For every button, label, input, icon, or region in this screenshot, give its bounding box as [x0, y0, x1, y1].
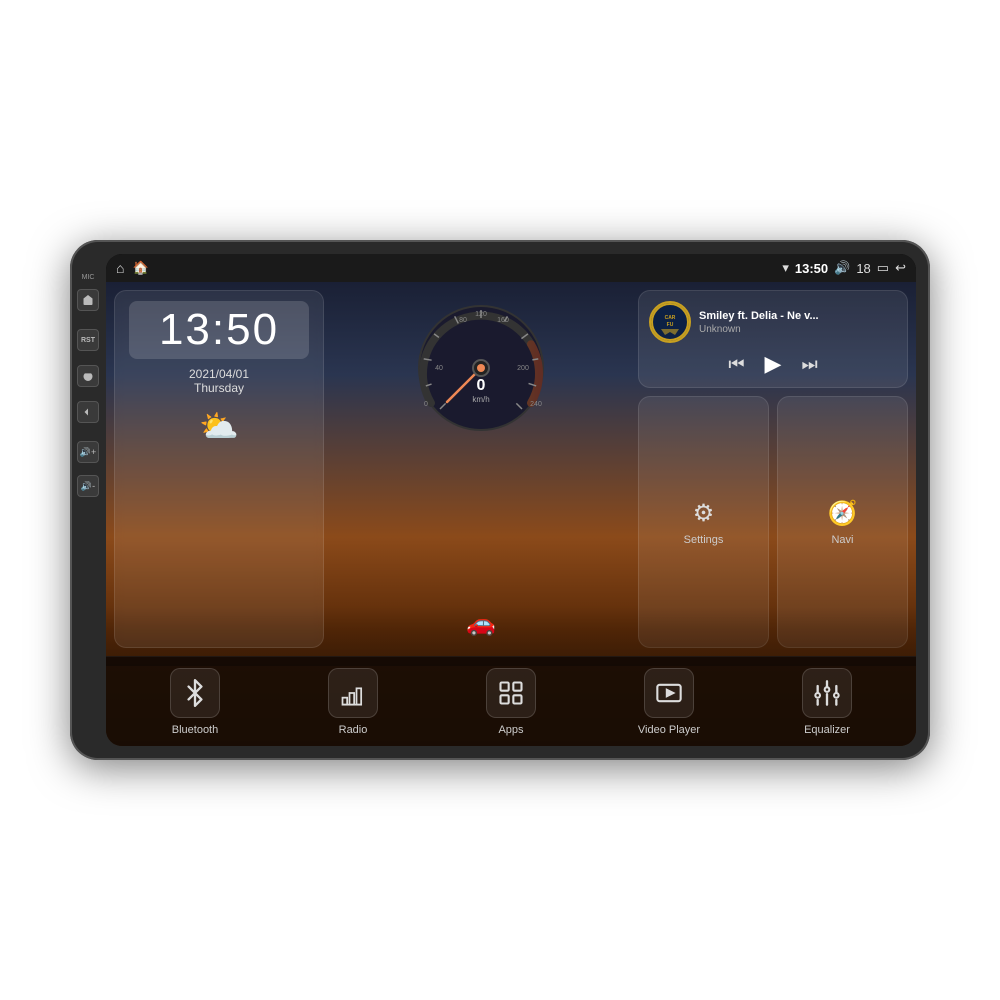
- speedometer-widget: 0 40 80 120 160 200 240: [332, 290, 630, 648]
- widgets-area: 13:50 2021/04/01 Thursday ⛅: [106, 282, 916, 656]
- weather-icon: ⛅: [129, 407, 309, 445]
- settings-label: Settings: [684, 534, 724, 546]
- screen: ⌂ 🏠 ▾ 13:50 🔊 18 ▭ ↩ 13:50 2021/04/01 Th…: [106, 254, 916, 746]
- svg-text:120: 120: [475, 311, 487, 318]
- status-left: ⌂ 🏠: [116, 260, 149, 276]
- video-player-icon: [655, 679, 683, 707]
- navi-icon: 🧭: [828, 499, 858, 528]
- volume-level: 18: [856, 261, 870, 276]
- next-button[interactable]: ⏭: [801, 354, 817, 375]
- svg-text:200: 200: [517, 365, 529, 372]
- bluetooth-icon-wrap: [170, 668, 220, 718]
- apps-item[interactable]: Apps: [471, 668, 551, 736]
- mic-label: MIC: [82, 274, 95, 281]
- video-player-item[interactable]: Video Player: [629, 668, 709, 736]
- settings-icon: ⚙: [693, 499, 715, 528]
- bluetooth-icon: [181, 679, 209, 707]
- radio-item[interactable]: Radio: [313, 668, 393, 736]
- svg-text:240: 240: [530, 401, 542, 408]
- clock-widget: 13:50 2021/04/01 Thursday ⛅: [114, 290, 324, 648]
- radio-icon: [339, 679, 367, 707]
- clock-display: 13:50: [129, 301, 309, 359]
- status-bar: ⌂ 🏠 ▾ 13:50 🔊 18 ▭ ↩: [106, 254, 916, 282]
- rst-button[interactable]: RST: [77, 329, 99, 351]
- right-widgets: CAR FU Smiley ft. Delia - Ne v... Unknow…: [638, 290, 908, 648]
- music-artist: Unknown: [699, 324, 897, 335]
- clock-day: Thursday: [129, 381, 309, 395]
- volume-icon: 🔊: [834, 260, 850, 276]
- bluetooth-label: Bluetooth: [172, 724, 218, 736]
- music-logo: CAR FU: [649, 301, 691, 343]
- speedometer-svg: 0 40 80 120 160 200 240: [411, 298, 551, 438]
- main-content: 13:50 2021/04/01 Thursday ⛅: [106, 282, 916, 746]
- music-controls: ⏮ ▶ ⏭: [649, 351, 897, 377]
- video-player-icon-wrap: [644, 668, 694, 718]
- apps-label: Apps: [498, 724, 523, 736]
- equalizer-label: Equalizer: [804, 724, 850, 736]
- volume-up-button[interactable]: 🔊+: [77, 441, 99, 463]
- home-status-icon: ⌂: [116, 260, 124, 276]
- car-head-unit: MIC RST 🔊+ 🔊- ⌂ 🏠 ▾ 13:5: [70, 240, 930, 760]
- wifi-icon: ▾: [782, 260, 789, 276]
- radio-label: Radio: [339, 724, 368, 736]
- apps-icon-wrap: [486, 668, 536, 718]
- svg-text:km/h: km/h: [472, 395, 489, 404]
- bottom-bar: Bluetooth Radio: [106, 656, 916, 746]
- status-right: ▾ 13:50 🔊 18 ▭ ↩: [782, 260, 906, 276]
- side-buttons-panel: MIC RST 🔊+ 🔊-: [70, 254, 106, 746]
- settings-navi-row: ⚙ Settings 🧭 Navi: [638, 396, 908, 648]
- clock-date: 2021/04/01: [129, 367, 309, 381]
- battery-icon: ▭: [877, 260, 889, 276]
- radio-icon-wrap: [328, 668, 378, 718]
- music-info: Smiley ft. Delia - Ne v... Unknown: [699, 310, 897, 335]
- play-button[interactable]: ▶: [765, 351, 782, 377]
- home-button[interactable]: [77, 289, 99, 311]
- equalizer-icon-wrap: [802, 668, 852, 718]
- svg-text:80: 80: [459, 317, 467, 324]
- music-title: Smiley ft. Delia - Ne v...: [699, 310, 897, 322]
- equalizer-item[interactable]: Equalizer: [787, 668, 867, 736]
- back-button[interactable]: [77, 401, 99, 423]
- svg-text:FU: FU: [667, 322, 674, 328]
- volume-down-button[interactable]: 🔊-: [77, 475, 99, 497]
- svg-text:0: 0: [424, 401, 428, 408]
- svg-text:CAR: CAR: [665, 315, 676, 321]
- svg-text:0: 0: [477, 377, 486, 394]
- status-time: 13:50: [795, 261, 828, 276]
- music-info-area: CAR FU Smiley ft. Delia - Ne v... Unknow…: [649, 301, 897, 343]
- navi-widget[interactable]: 🧭 Navi: [777, 396, 908, 648]
- apps-icon: [497, 679, 525, 707]
- bluetooth-item[interactable]: Bluetooth: [155, 668, 235, 736]
- svg-text:40: 40: [435, 365, 443, 372]
- equalizer-icon: [813, 679, 841, 707]
- back-status-icon: ↩: [895, 260, 906, 276]
- settings-widget[interactable]: ⚙ Settings: [638, 396, 769, 648]
- prev-button[interactable]: ⏮: [728, 354, 744, 375]
- music-widget[interactable]: CAR FU Smiley ft. Delia - Ne v... Unknow…: [638, 290, 908, 388]
- road-scene: 🚗: [381, 598, 581, 648]
- power-button[interactable]: [77, 365, 99, 387]
- android-icon: 🏠: [132, 260, 148, 276]
- svg-text:160: 160: [497, 317, 509, 324]
- video-player-label: Video Player: [638, 724, 700, 736]
- navi-label: Navi: [831, 534, 853, 546]
- speedometer: 0 40 80 120 160 200 240: [411, 298, 551, 438]
